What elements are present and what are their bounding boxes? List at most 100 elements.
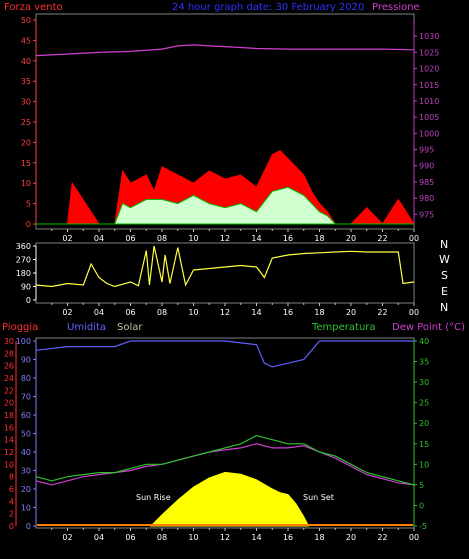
y-tick-label: 10 <box>21 504 31 513</box>
rain-baseline <box>37 524 413 526</box>
pressure-axis-title: Pressione <box>372 2 420 13</box>
x-tick-label: 12 <box>220 533 230 542</box>
x-tick-label: 10 <box>188 533 198 542</box>
y-tick-label: 975 <box>419 210 434 219</box>
rain-tick-label: 30 <box>4 337 14 346</box>
x-tick-label: 12 <box>220 308 230 317</box>
rain-tick-label: 6 <box>9 485 14 494</box>
y-tick-label: 15 <box>419 440 429 449</box>
rain-tick-label: 2 <box>9 510 14 519</box>
y-tick-label: 50 <box>21 430 31 439</box>
x-tick-label: 20 <box>346 533 356 542</box>
rain-tick-label: 26 <box>4 362 14 371</box>
rain-tick-label: 10 <box>4 460 14 469</box>
y-tick-label: 100 <box>16 337 31 346</box>
x-tick-label: 10 <box>188 234 198 243</box>
x-tick-label: 02 <box>62 308 72 317</box>
y-tick-label: 70 <box>21 393 31 402</box>
direction-label-e: E <box>441 285 448 298</box>
y-tick-label: 30 <box>21 467 31 476</box>
rain-y-axis: 024681012141618202224262830 <box>4 337 17 531</box>
y-tick-label: 60 <box>21 411 31 420</box>
x-tick-label: 14 <box>251 234 261 243</box>
sunrise-annotation: Sun Rise <box>136 493 171 502</box>
direction-x-axis: 02 04 06 08 10 12 14 16 18 20 22 00 <box>51 303 419 317</box>
climate-series <box>35 340 415 527</box>
x-tick-label: 08 <box>157 234 167 243</box>
rain-label: Pioggia <box>2 322 38 333</box>
x-tick-label: 04 <box>94 308 104 317</box>
dewpoint-label: Dew Point (°C) <box>392 322 465 333</box>
rain-tick-label: 8 <box>9 473 14 482</box>
rain-tick-label: 20 <box>4 399 14 408</box>
y-tick-label: 25 <box>419 399 429 408</box>
y-tick-label: 1025 <box>419 48 439 57</box>
x-tick-label: 18 <box>314 308 324 317</box>
x-tick-label: 20 <box>346 308 356 317</box>
rain-tick-label: 18 <box>4 411 14 420</box>
direction-label-n-bottom: N <box>440 301 448 314</box>
x-tick-label: 08 <box>157 533 167 542</box>
y-tick-label: 25 <box>21 118 31 127</box>
x-tick-label: 00 <box>409 234 419 243</box>
direction-label-w: W <box>439 253 450 266</box>
y-tick-label: 270 <box>16 256 31 265</box>
wind-y-axis: 0 5 10 15 20 25 30 35 40 45 50 <box>21 16 37 229</box>
rain-tick-label: 4 <box>9 497 14 506</box>
x-tick-label: 06 <box>125 234 135 243</box>
x-tick-label: 14 <box>251 533 261 542</box>
y-tick-label: 40 <box>419 337 429 346</box>
solar-label: Solar <box>117 322 143 333</box>
y-tick-label: 45 <box>21 36 31 45</box>
humidity-y-axis: 0 10 20 30 40 50 60 70 80 90 100 <box>16 337 37 531</box>
wind-direction-line <box>35 245 415 288</box>
y-tick-label: 35 <box>419 358 429 367</box>
y-tick-label: 20 <box>419 419 429 428</box>
wind-axis-title: Forza vento <box>4 2 63 13</box>
pressure-y-axis: 975 980 985 990 995 1000 1005 1010 1015 1020 1025 1… <box>413 20 439 224</box>
y-tick-label: 30 <box>419 378 429 387</box>
y-tick-label: 15 <box>21 159 31 168</box>
y-tick-label: 990 <box>419 162 434 171</box>
x-tick-label: 16 <box>283 308 293 317</box>
x-tick-label: 00 <box>409 533 419 542</box>
direction-label-n-top: N <box>440 238 448 251</box>
x-tick-label: 04 <box>94 533 104 542</box>
y-tick-label: 360 <box>16 242 31 251</box>
x-tick-label: 16 <box>283 533 293 542</box>
x-tick-label: 16 <box>283 234 293 243</box>
y-tick-label: 995 <box>419 146 434 155</box>
x-tick-label: 14 <box>251 308 261 317</box>
wind-x-axis: 02 04 06 08 10 12 14 16 18 20 22 00 <box>51 229 419 243</box>
y-tick-label: 40 <box>21 57 31 66</box>
y-tick-label: 20 <box>21 485 31 494</box>
x-tick-label: 02 <box>62 234 72 243</box>
x-tick-label: 08 <box>157 308 167 317</box>
y-tick-label: 1015 <box>419 81 439 90</box>
x-tick-label: 22 <box>377 308 387 317</box>
y-tick-label: 40 <box>21 448 31 457</box>
y-tick-label: 1005 <box>419 113 439 122</box>
y-tick-label: 1020 <box>419 65 439 74</box>
y-tick-label: 90 <box>21 356 31 365</box>
humidity-label: Umidita <box>67 322 106 333</box>
y-tick-label: 90 <box>21 283 31 292</box>
rain-tick-label: 16 <box>4 423 14 432</box>
direction-label-s: S <box>441 269 448 282</box>
x-tick-label: 10 <box>188 308 198 317</box>
pressure-line <box>35 44 415 57</box>
y-tick-label: 5 <box>26 200 31 209</box>
x-tick-label: 18 <box>314 533 324 542</box>
sunset-annotation: Sun Set <box>303 493 334 502</box>
y-tick-label: 80 <box>21 374 31 383</box>
y-tick-label: 0 <box>419 501 424 510</box>
x-tick-label: 20 <box>346 234 356 243</box>
y-tick-label: 30 <box>21 98 31 107</box>
x-tick-label: 06 <box>125 308 135 317</box>
graph-date-title: 24 hour graph date: 30 February 2020 <box>172 2 364 13</box>
wind-series <box>35 44 415 225</box>
y-tick-label: -5 <box>419 522 427 531</box>
rain-tick-label: 0 <box>9 522 14 531</box>
temperature-label: Temperatura <box>311 322 376 333</box>
rain-tick-label: 14 <box>4 436 14 445</box>
